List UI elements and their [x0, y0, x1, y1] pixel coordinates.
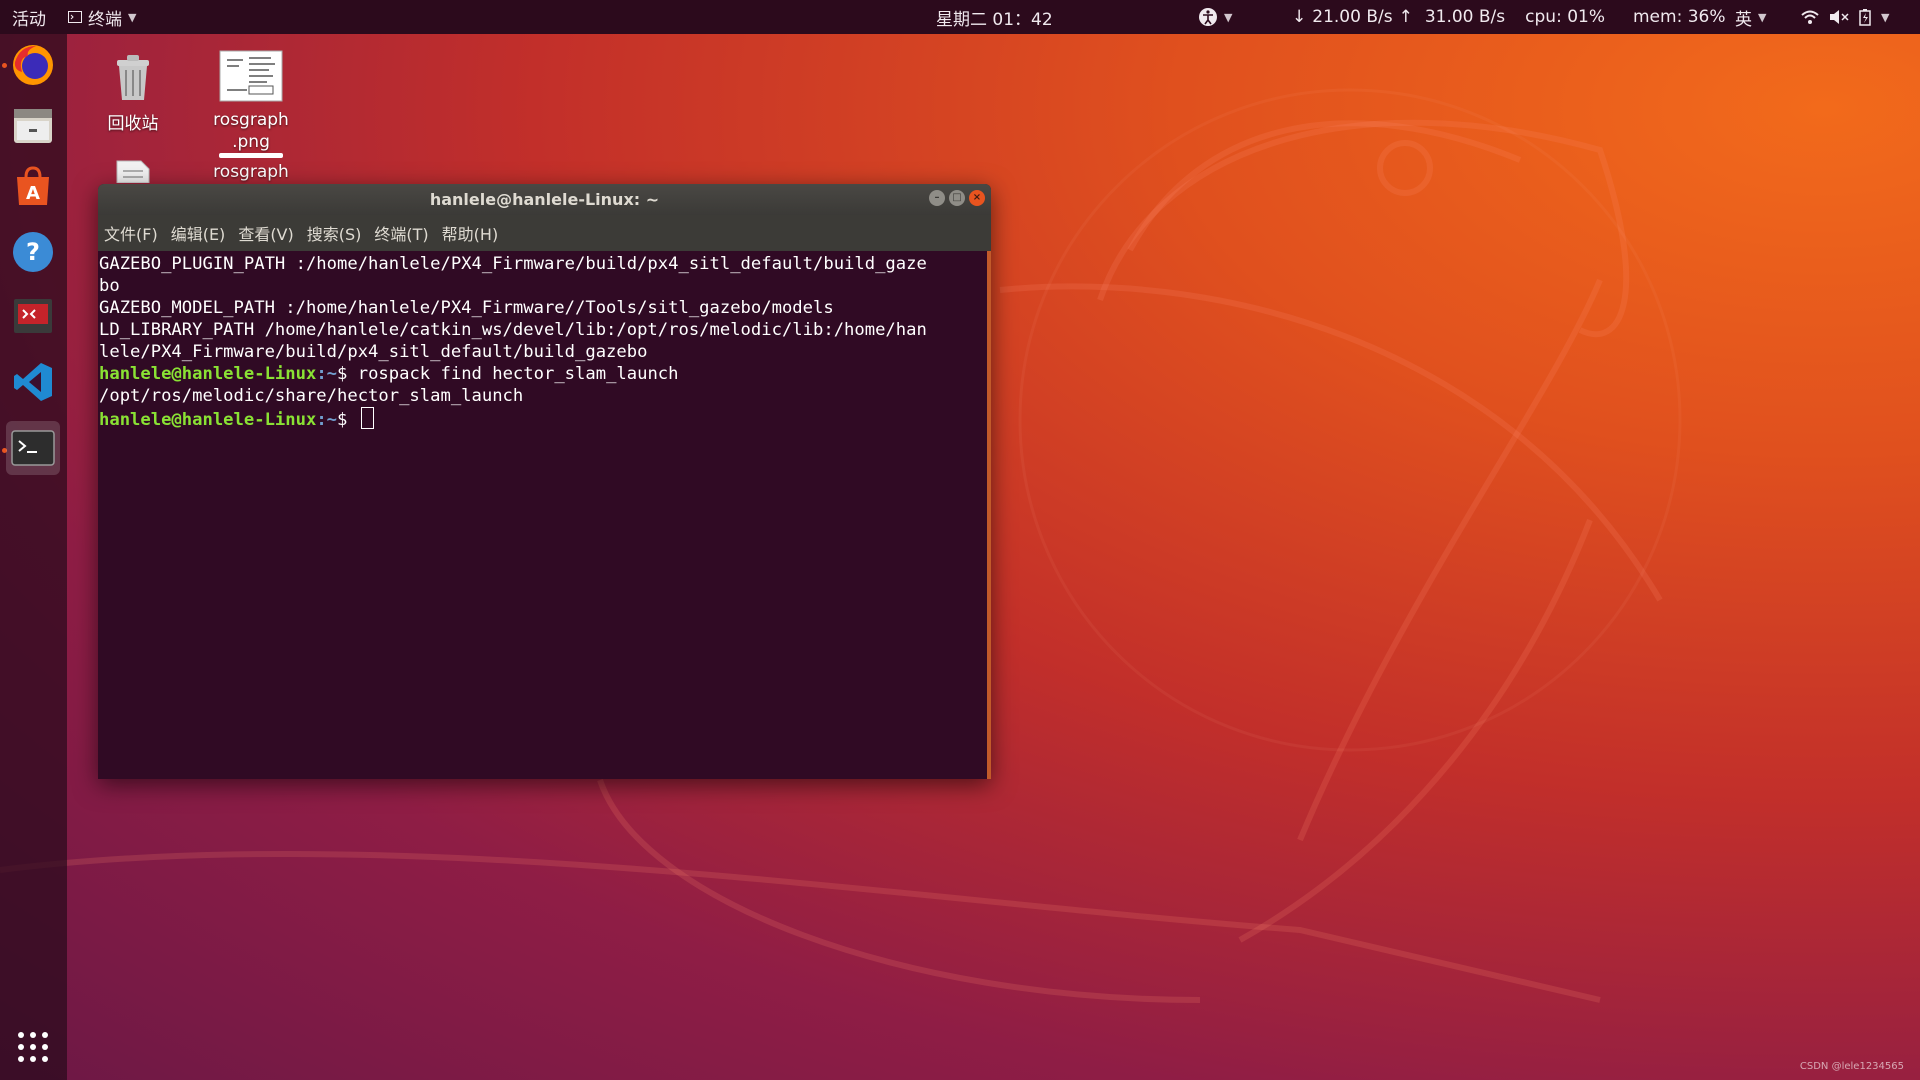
terminal-titlebar[interactable]: hanlele@hanlele-Linux: ~ – □ × [98, 184, 991, 215]
dock: A ? [0, 34, 67, 1080]
help-icon: ? [13, 232, 53, 272]
desktop-rosgraph-png[interactable]: rosgraph .png [196, 50, 306, 153]
dock-software[interactable]: A [6, 160, 60, 214]
net-down-label: 21.00 B/s [1312, 7, 1393, 27]
menu-view[interactable]: 查看(V) [238, 221, 293, 245]
terminal-command-line: hanlele@hanlele-Linux:~$ rospack find he… [99, 363, 991, 385]
net-speed-indicator[interactable]: ↓ 21.00 B/s ↑ 31.00 B/s cpu: 01% mem: 36… [1292, 0, 1726, 34]
trash-icon [117, 55, 149, 100]
menu-terminal[interactable]: 终端(T) [374, 221, 428, 245]
prompt-user: hanlele@hanlele-Linux [99, 410, 317, 430]
image-file-icon [219, 50, 283, 102]
accessibility-icon [1199, 8, 1217, 26]
close-icon[interactable]: × [969, 190, 985, 206]
dock-files[interactable] [6, 98, 60, 152]
volume-muted-icon [1830, 10, 1849, 24]
terminal-line: GAZEBO_PLUGIN_PATH :/home/hanlele/PX4_Fi… [99, 254, 927, 274]
accessibility-menu[interactable]: ▼ [1198, 0, 1232, 34]
prompt-sign: $ [337, 364, 358, 384]
svg-text:?: ? [26, 238, 40, 266]
prompt-path: :~ [316, 410, 338, 430]
terminal-line: GAZEBO_MODEL_PATH :/home/hanlele/PX4_Fir… [99, 298, 834, 318]
input-method-label: 英 [1735, 9, 1752, 30]
prompt-path: :~ [316, 364, 338, 384]
menu-help[interactable]: 帮助(H) [442, 221, 499, 245]
text-cursor [360, 407, 374, 429]
activities-button[interactable]: 活动 [12, 0, 46, 34]
chevron-down-icon: ▼ [1224, 10, 1233, 24]
system-menu[interactable]: ▼ [1801, 0, 1889, 34]
menu-file[interactable]: 文件(F) [104, 221, 158, 245]
prompt-sign: $ [337, 410, 358, 430]
selection-bar [219, 153, 283, 158]
dock-presentation[interactable] [6, 289, 60, 343]
clock-button[interactable]: 星期二 01：42 [936, 0, 1053, 34]
desktop-rosgraph-label-item[interactable]: rosgraph [196, 153, 306, 182]
chevron-down-icon: ▼ [1881, 10, 1890, 24]
svg-text:A: A [26, 183, 40, 204]
chevron-down-icon: ▼ [128, 10, 137, 24]
terminal-active-prompt: hanlele@hanlele-Linux:~$ [99, 407, 991, 431]
window-title: hanlele@hanlele-Linux: ~ [429, 190, 660, 209]
desktop-icon-label: rosgraph .png [213, 110, 289, 152]
maximize-icon[interactable]: □ [949, 190, 965, 206]
battery-charging-icon [1859, 9, 1871, 26]
terminal-menubar: 文件(F) 编辑(E) 查看(V) 搜索(S) 终端(T) 帮助(H) [98, 215, 991, 251]
mem-label: mem: 36% [1633, 7, 1726, 27]
app-name-label: 终端 [88, 9, 122, 30]
command-text: rospack find hector_slam_launch [357, 364, 679, 384]
desktop-trash[interactable]: 回收站 [78, 52, 188, 134]
vscode-icon [14, 363, 52, 401]
clock-label: 星期二 01：42 [936, 9, 1053, 30]
dock-terminal[interactable] [6, 421, 60, 475]
net-up-label: 31.00 B/s [1424, 7, 1506, 27]
window-controls: – □ × [929, 190, 985, 206]
app-menu-button[interactable]: 终端 ▼ [68, 0, 136, 34]
desktop-icon-label: 回收站 [107, 114, 159, 134]
scrollbar[interactable] [987, 251, 991, 779]
activities-label: 活动 [12, 9, 46, 30]
software-center-icon: A [17, 166, 49, 205]
desktop-icon-label: rosgraph [213, 162, 289, 182]
dock-help[interactable]: ? [6, 225, 60, 279]
terminal-line: bo [99, 276, 120, 296]
terminal-line: LD_LIBRARY_PATH /home/hanlele/catkin_ws/… [99, 320, 927, 340]
document-file-icon [116, 160, 150, 184]
prompt-user: hanlele@hanlele-Linux [99, 364, 317, 384]
chevron-down-icon: ▼ [1758, 10, 1767, 24]
terminal-line: lele/PX4_Firmware/build/px4_sitl_default… [99, 342, 648, 362]
dock-vscode[interactable] [6, 355, 60, 409]
files-icon [14, 109, 52, 143]
menu-search[interactable]: 搜索(S) [307, 221, 362, 245]
watermark: CSDN @lele1234565 [1799, 1061, 1904, 1072]
app-grid-icon [18, 1032, 48, 1062]
arrow-up-icon: ↑ [1398, 7, 1413, 27]
dock-firefox[interactable] [6, 38, 60, 92]
dock-show-apps[interactable] [6, 1020, 60, 1074]
arrow-down-icon: ↓ [1292, 7, 1307, 27]
cpu-label: cpu: 01% [1525, 7, 1605, 27]
terminal-window[interactable]: hanlele@hanlele-Linux: ~ – □ × 文件(F) 编辑(… [98, 184, 991, 779]
terminal-content[interactable]: GAZEBO_PLUGIN_PATH :/home/hanlele/PX4_Fi… [98, 251, 991, 779]
terminal-output-line: /opt/ros/melodic/share/hector_slam_launc… [99, 386, 524, 406]
input-method-menu[interactable]: 英 ▼ [1735, 0, 1766, 34]
wifi-icon [1801, 10, 1819, 24]
top-bar: 活动 终端 ▼ 星期二 01：42 ▼ ↓ 21.00 B/s ↑ 31.00 … [0, 0, 1920, 34]
presentation-app-icon [14, 299, 52, 333]
menu-edit[interactable]: 编辑(E) [171, 221, 226, 245]
terminal-small-icon [68, 11, 82, 23]
terminal-icon [11, 430, 55, 466]
firefox-icon [13, 45, 53, 85]
minimize-icon[interactable]: – [929, 190, 945, 206]
